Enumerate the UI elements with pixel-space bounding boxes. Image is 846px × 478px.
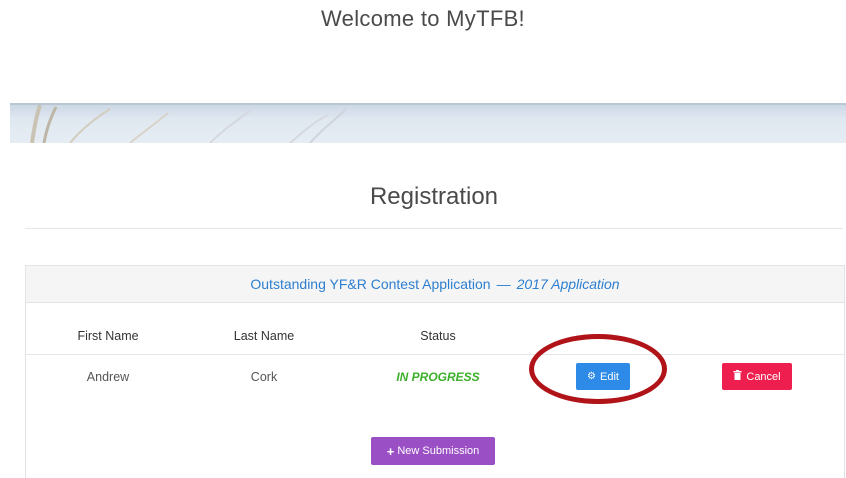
cancel-button-label: Cancel (746, 370, 781, 383)
header-banner (10, 103, 846, 143)
edit-button[interactable]: ⚙ Edit (576, 363, 630, 390)
page: Welcome to MyTFB! Registration Outstandi… (0, 0, 846, 478)
new-submission-button[interactable]: + New Submission (371, 437, 495, 465)
application-subtitle: 2017 Application (516, 276, 620, 292)
panel-header: Outstanding YF&R Contest Application — 2… (26, 266, 844, 303)
welcome-heading: Welcome to MyTFB! (321, 6, 525, 31)
gear-icon: ⚙ (587, 371, 596, 382)
registration-title: Registration (369, 183, 499, 210)
cancel-button[interactable]: Cancel (722, 363, 792, 390)
title-separator: — (496, 276, 511, 292)
divider (25, 228, 843, 229)
application-title[interactable]: Outstanding YF&R Contest Application (250, 276, 490, 292)
trash-icon (733, 370, 742, 383)
column-header-status: Status (420, 329, 456, 343)
new-submission-label: New Submission (397, 445, 480, 457)
plus-icon: + (386, 443, 395, 459)
column-header-first-name: First Name (77, 329, 139, 343)
column-header-last-name: Last Name (233, 329, 295, 343)
edit-button-label: Edit (600, 370, 619, 383)
status-badge: IN PROGRESS (396, 370, 480, 384)
grass-banner-image (30, 105, 347, 143)
last-name-cell: Cork (250, 370, 278, 384)
application-panel: Outstanding YF&R Contest Application — 2… (25, 265, 845, 478)
first-name-cell: Andrew (86, 370, 130, 384)
row-divider (26, 354, 844, 355)
